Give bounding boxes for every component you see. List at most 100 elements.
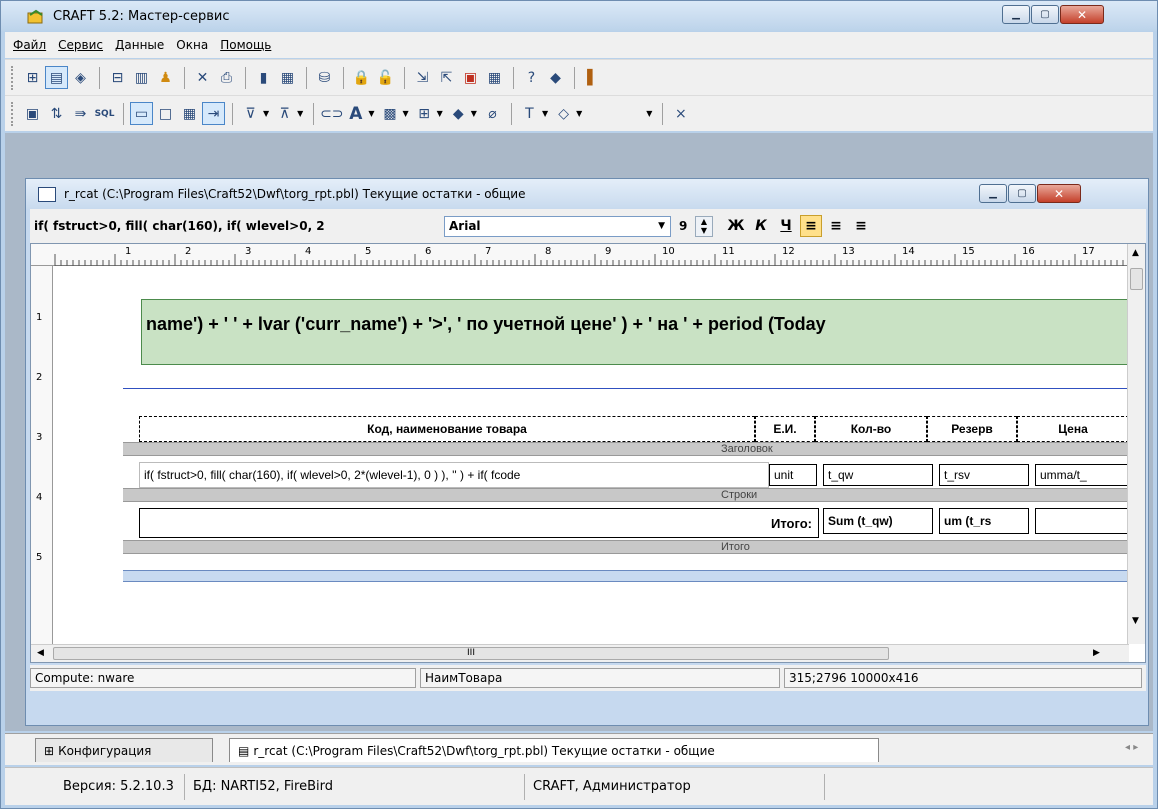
total-price-cell[interactable] (1035, 508, 1129, 534)
row-reserve-cell[interactable]: t_rsv (939, 464, 1029, 486)
package-icon[interactable]: ◈ (69, 66, 92, 89)
calculator-icon[interactable]: ▦ (276, 66, 299, 89)
menu-service[interactable]: Сервис (58, 38, 103, 52)
minimize-button[interactable]: ▁ (1002, 5, 1030, 24)
border-icon[interactable]: ⊞ (413, 102, 436, 125)
chevron-down-icon[interactable]: ▼ (437, 109, 443, 118)
header-qty-cell[interactable]: Кол-во (815, 416, 927, 442)
scroll-up-icon[interactable]: ▲ (1132, 248, 1139, 258)
tab-configuration[interactable]: ⊞ Конфигурация (35, 738, 213, 762)
structure-icon[interactable]: ⊟ (106, 66, 129, 89)
text-icon[interactable]: A (344, 102, 367, 125)
layout-icon[interactable]: ▭ (130, 102, 153, 125)
toolbar-grip[interactable] (11, 101, 15, 126)
delete-icon[interactable]: ▣ (459, 66, 482, 89)
band-rows-bar[interactable]: Строки (123, 488, 1129, 502)
grid-icon[interactable]: ▦ (178, 102, 201, 125)
band-header-bar[interactable]: Заголовок (123, 442, 1129, 456)
database-icon[interactable]: ⛁ (313, 66, 336, 89)
info-icon[interactable]: ◆ (544, 66, 567, 89)
font-size-spinner[interactable]: ▲ ▼ (695, 215, 713, 237)
sql-icon[interactable]: SQL (93, 102, 116, 125)
font-color-icon[interactable]: T (518, 102, 541, 125)
align-bottom-icon[interactable]: ⊽ (239, 102, 262, 125)
child-maximize-button[interactable]: ▢ (1008, 184, 1036, 203)
close-button[interactable]: ✕ (1060, 5, 1104, 24)
tab-report[interactable]: ▤ r_rcat (C:\Program Files\Craft52\Dwf\t… (229, 738, 879, 762)
tools-icon[interactable]: ✕ (191, 66, 214, 89)
row-qty-cell[interactable]: t_qw (823, 464, 933, 486)
lock-icon[interactable]: 🔒 (350, 66, 373, 89)
chevron-down-icon[interactable]: ▼ (402, 109, 408, 118)
book-icon[interactable]: ▮ (252, 66, 275, 89)
italic-button[interactable]: К (750, 215, 772, 237)
row-expression-cell[interactable]: if( fstruct>0, fill( char(160), if( wlev… (139, 462, 769, 488)
help-icon[interactable]: ? (520, 66, 543, 89)
menu-data[interactable]: Данные (115, 38, 164, 52)
chevron-down-icon[interactable]: ▼ (646, 109, 652, 118)
scroll-left-icon[interactable]: ◀ (37, 648, 44, 658)
underline-button[interactable]: Ч (775, 215, 797, 237)
exit-icon[interactable]: ▌ (581, 66, 604, 89)
horizontal-scrollbar[interactable]: ◀ III ▶ (31, 644, 1129, 662)
total-reserve-cell[interactable]: um (t_rs (939, 508, 1029, 534)
vertical-scroll-thumb[interactable] (1130, 268, 1143, 290)
menu-file[interactable]: Файл (13, 38, 46, 52)
row-unit-cell[interactable]: unit (769, 464, 817, 486)
total-qty-cell[interactable]: Sum (t_qw) (823, 508, 933, 534)
band-total-bar[interactable]: Итого (123, 540, 1129, 554)
header-price-cell[interactable]: Цена (1017, 416, 1129, 442)
chevron-down-icon[interactable]: ▼ (263, 109, 269, 118)
table-icon[interactable]: ▦ (483, 66, 506, 89)
menu-help[interactable]: Помощь (220, 38, 271, 52)
sort-icon[interactable]: ⇅ (45, 102, 68, 125)
chevron-down-icon[interactable]: ▼ (471, 109, 477, 118)
child-minimize-button[interactable]: ▁ (979, 184, 1007, 203)
scroll-down-icon[interactable]: ▼ (1132, 616, 1139, 626)
horizontal-scroll-thumb[interactable]: III (53, 647, 889, 660)
report-title-field[interactable]: name') + ' ' + lvar ('curr_name') + '>',… (141, 299, 1129, 365)
header-unit-cell[interactable]: Е.И. (755, 416, 815, 442)
unlock-icon[interactable]: 🔓 (374, 66, 397, 89)
bold-button[interactable]: Ж (725, 215, 747, 237)
import-icon[interactable]: ⇲ (411, 66, 434, 89)
field-icon[interactable]: ⊂⊃ (320, 102, 343, 125)
chevron-down-icon[interactable]: ▼ (297, 109, 303, 118)
header-reserve-cell[interactable]: Резерв (927, 416, 1017, 442)
align-left-button[interactable]: ≡ (800, 215, 822, 237)
field-insert-icon[interactable]: ▩ (378, 102, 401, 125)
chevron-down-icon[interactable]: ▼ (576, 109, 582, 118)
filter-icon[interactable]: ⇛ (69, 102, 92, 125)
vertical-scrollbar[interactable]: ▲ ▼ (1127, 244, 1145, 644)
form-icon[interactable]: ▤ (45, 66, 68, 89)
save-icon[interactable]: ▣ (21, 102, 44, 125)
chevron-down-icon[interactable]: ▼ (368, 109, 374, 118)
frame-icon[interactable]: □ (154, 102, 177, 125)
font-select[interactable]: Arial ▼ (444, 215, 671, 237)
font-size[interactable]: 9 (679, 219, 695, 233)
menu-windows[interactable]: Окна (176, 38, 208, 52)
document-icon[interactable]: ▥ (130, 66, 153, 89)
tab-scroll-arrows-icon[interactable]: ◂ ▸ (1125, 742, 1138, 753)
row-price-cell[interactable]: umma/t_ (1035, 464, 1129, 486)
maximize-button[interactable]: ▢ (1031, 5, 1059, 24)
scroll-right-icon[interactable]: ▶ (1093, 648, 1100, 658)
user-icon[interactable]: ♟ (154, 66, 177, 89)
bucket-icon[interactable]: ◇ (552, 102, 575, 125)
total-label-cell[interactable]: Итого: (139, 508, 819, 538)
tab-order-icon[interactable]: ⇥ (202, 102, 225, 125)
align-center-button[interactable]: ≡ (825, 215, 847, 237)
chevron-down-icon[interactable]: ▼ (542, 109, 548, 118)
close-icon[interactable]: × (669, 102, 692, 125)
print-icon[interactable]: ⎙ (215, 66, 238, 89)
toolbar-grip[interactable] (11, 65, 15, 90)
export-icon[interactable]: ⇱ (435, 66, 458, 89)
child-close-button[interactable]: ✕ (1037, 184, 1081, 203)
align-right-button[interactable]: ≡ (850, 215, 872, 237)
tree-icon[interactable]: ⊞ (21, 66, 44, 89)
footer-band[interactable] (123, 570, 1129, 582)
align-top-icon[interactable]: ⊼ (273, 102, 296, 125)
fill-color-icon[interactable]: ◆ (447, 102, 470, 125)
expression-field[interactable]: if( fstruct>0, fill( char(160), if( wlev… (34, 219, 444, 233)
eraser-icon[interactable]: ⌀ (481, 102, 504, 125)
